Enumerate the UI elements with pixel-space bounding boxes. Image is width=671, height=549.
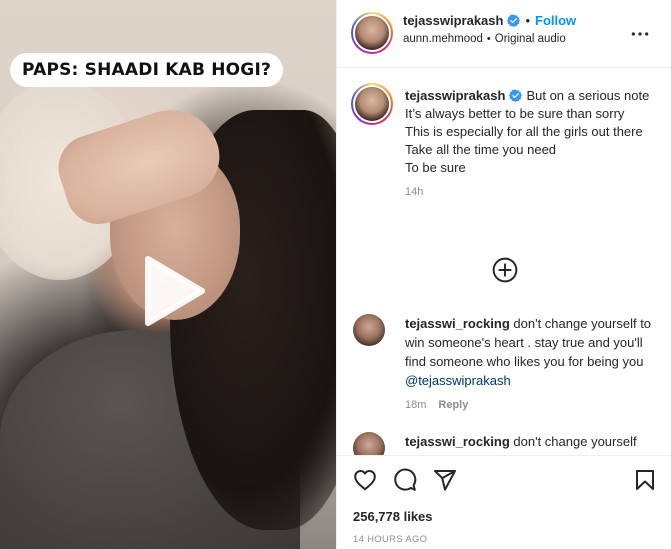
verified-icon — [507, 14, 521, 27]
caption-time[interactable]: 14h — [405, 183, 655, 201]
commenter-avatar[interactable] — [353, 314, 385, 346]
caption-username[interactable]: tejasswiprakash — [405, 88, 505, 103]
commenter-username[interactable]: tejasswi_rocking — [405, 434, 510, 449]
comment-mention[interactable]: @tejasswiprakash — [405, 373, 511, 388]
author-avatar-image — [353, 14, 391, 52]
caption-line: This is especially for all the girls out… — [405, 124, 643, 139]
author-info: tejasswiprakash • Follow aunn.mehmood • … — [403, 13, 576, 45]
author-username[interactable]: tejasswiprakash — [403, 13, 503, 28]
header-separator: • — [525, 13, 531, 28]
comment-time[interactable]: 18m — [405, 396, 426, 415]
audio-separator: • — [486, 33, 491, 45]
more-icon[interactable] — [630, 24, 650, 44]
commenter-avatar[interactable] — [353, 432, 385, 455]
play-icon[interactable] — [142, 255, 206, 327]
post-video[interactable]: PAPS: SHAADI KAB HOGI? — [0, 0, 336, 549]
bookmark-icon[interactable] — [633, 468, 657, 492]
caption-line: But on a serious note — [526, 88, 650, 103]
audio-user[interactable]: aunn.mehmood — [403, 33, 483, 45]
verified-icon — [509, 89, 523, 102]
add-circle-icon[interactable] — [492, 257, 518, 283]
comment-icon[interactable] — [393, 468, 417, 492]
audio-label[interactable]: Original audio — [495, 33, 566, 45]
caption-line: It’s always better to be sure than sorry — [405, 106, 625, 121]
caption-author-avatar-image — [353, 85, 391, 123]
comments-section[interactable]: tejasswiprakash But on a serious note It… — [337, 69, 671, 455]
post-actions: 256,778 likes 14 HOURS AGO — [337, 455, 671, 549]
follow-button[interactable]: Follow — [535, 13, 576, 28]
caption-author-avatar[interactable] — [351, 83, 393, 125]
heart-icon[interactable] — [353, 468, 377, 492]
post-side-panel: tejasswiprakash • Follow aunn.mehmood • … — [336, 0, 671, 549]
post-timestamp[interactable]: 14 HOURS AGO — [353, 534, 427, 545]
video-overlay-caption: PAPS: SHAADI KAB HOGI? — [10, 53, 284, 87]
author-avatar[interactable] — [351, 12, 393, 54]
caption-line: Take all the time you need — [405, 142, 557, 157]
reply-button[interactable]: Reply — [438, 396, 468, 415]
post-header: tejasswiprakash • Follow aunn.mehmood • … — [337, 0, 671, 68]
share-icon[interactable] — [433, 468, 457, 492]
comment-text: don't change yourself — [513, 434, 637, 449]
caption-line: To be sure — [405, 160, 466, 175]
likes-count[interactable]: 256,778 likes — [353, 509, 433, 524]
commenter-username[interactable]: tejasswi_rocking — [405, 316, 510, 331]
